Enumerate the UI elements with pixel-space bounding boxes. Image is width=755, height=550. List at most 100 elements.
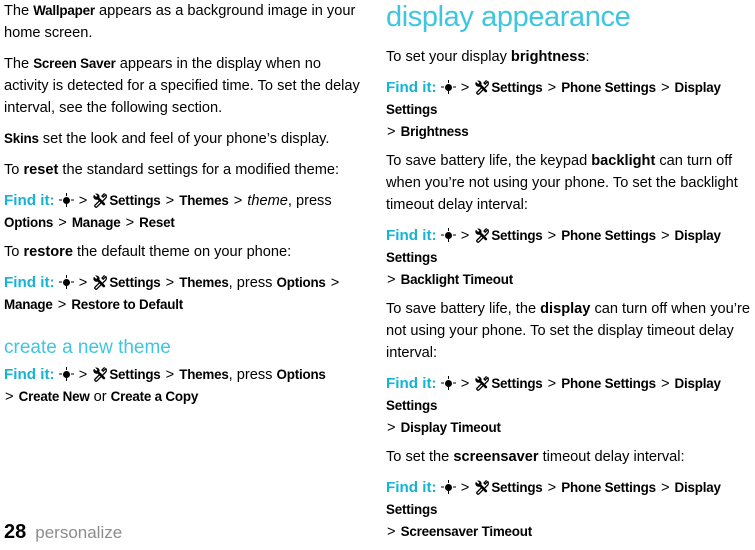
menu-phone-settings: Phone Settings bbox=[561, 80, 656, 95]
menu-themes: Themes bbox=[179, 193, 229, 208]
center-key-icon bbox=[440, 480, 456, 494]
text: The bbox=[4, 3, 34, 19]
menu-options: Options bbox=[276, 367, 326, 382]
keyword-backlight: backlight bbox=[591, 153, 656, 169]
separator: > bbox=[387, 124, 396, 140]
text: The bbox=[4, 56, 34, 72]
separator: > bbox=[165, 367, 175, 383]
center-key-icon bbox=[58, 367, 74, 381]
left-column: The Wallpaper appears as a background im… bbox=[0, 0, 370, 415]
separator: > bbox=[5, 389, 14, 405]
separator: > bbox=[78, 193, 88, 209]
keyword-brightness: brightness bbox=[510, 49, 586, 65]
paragraph-skins: Skins set the look and feel of your phon… bbox=[4, 128, 364, 150]
paragraph-brightness: To set your display brightness: bbox=[386, 46, 752, 68]
separator: > bbox=[660, 480, 670, 496]
right-column: display appearance To set your display b… bbox=[386, 0, 752, 550]
text: To set your display bbox=[386, 49, 511, 65]
settings-tools-icon bbox=[92, 192, 108, 208]
settings-tools-icon bbox=[92, 366, 108, 382]
menu-themes: Themes bbox=[179, 367, 229, 382]
findit-label: Find it: bbox=[4, 366, 55, 383]
separator: > bbox=[460, 228, 470, 244]
separator: > bbox=[58, 215, 67, 231]
settings-tools-icon bbox=[474, 79, 490, 95]
menu-settings: Settings bbox=[109, 275, 161, 290]
menu-phone-settings: Phone Settings bbox=[561, 376, 656, 391]
text: To bbox=[4, 162, 24, 178]
paragraph-reset: To reset the standard settings for a mod… bbox=[4, 159, 364, 181]
menu-settings: Settings bbox=[491, 228, 543, 243]
chapter-label: personalize bbox=[35, 523, 123, 542]
separator: > bbox=[330, 275, 340, 291]
keyword-display: display bbox=[540, 301, 591, 317]
findit-restore-default: Find it: > Settings > Themes, press Opti… bbox=[4, 272, 364, 316]
menu-reset: Reset bbox=[139, 215, 175, 230]
page-number: 28 bbox=[4, 521, 27, 543]
separator: > bbox=[165, 275, 175, 291]
text: timeout delay interval: bbox=[538, 449, 685, 465]
text: To set the bbox=[386, 449, 454, 465]
menu-brightness: Brightness bbox=[400, 124, 469, 139]
separator: > bbox=[460, 80, 470, 96]
findit-backlight-timeout: Find it: > Settings > Phone Settings > D… bbox=[386, 225, 752, 291]
separator: > bbox=[387, 524, 396, 540]
findit-label: Find it: bbox=[4, 192, 55, 209]
center-key-icon bbox=[440, 228, 456, 242]
findit-label: Find it: bbox=[386, 227, 437, 244]
settings-tools-icon bbox=[474, 375, 490, 391]
manual-page: The Wallpaper appears as a background im… bbox=[0, 0, 755, 550]
menu-settings: Settings bbox=[491, 480, 543, 495]
separator: > bbox=[233, 193, 243, 209]
separator: > bbox=[125, 215, 135, 231]
menu-screensaver-timeout: Screensaver Timeout bbox=[400, 524, 533, 539]
settings-tools-icon bbox=[92, 274, 108, 290]
text: To bbox=[4, 244, 24, 260]
term-wallpaper: Wallpaper bbox=[33, 3, 95, 18]
section-title-create-new-theme: create a new theme bbox=[4, 337, 171, 358]
paragraph-display: To save battery life, the display can tu… bbox=[386, 298, 752, 364]
page-title: display appearance bbox=[386, 1, 631, 33]
menu-settings: Settings bbox=[109, 193, 161, 208]
text: set the look and feel of your phone’s di… bbox=[38, 131, 330, 147]
separator: > bbox=[547, 376, 557, 392]
center-key-icon bbox=[440, 80, 456, 94]
separator: > bbox=[660, 80, 670, 96]
center-key-icon bbox=[58, 275, 74, 289]
settings-tools-icon bbox=[474, 227, 490, 243]
menu-options: Options bbox=[276, 275, 326, 290]
paragraph-backlight: To save battery life, the keypad backlig… bbox=[386, 150, 752, 216]
text: the standard settings for a modified the… bbox=[58, 162, 340, 178]
separator: > bbox=[547, 480, 557, 496]
findit-label: Find it: bbox=[386, 79, 437, 96]
findit-label: Find it: bbox=[386, 375, 437, 392]
page-footer: 28 personalize bbox=[4, 521, 122, 544]
menu-settings: Settings bbox=[491, 80, 543, 95]
findit-label: Find it: bbox=[386, 479, 437, 496]
paragraph-screensaver-timeout: To set the screensaver timeout delay int… bbox=[386, 446, 752, 468]
findit-reset-theme: Find it: > Settings > Themes > theme, pr… bbox=[4, 190, 364, 234]
menu-create-a-copy: Create a Copy bbox=[110, 389, 199, 404]
menu-phone-settings: Phone Settings bbox=[561, 228, 656, 243]
separator: > bbox=[460, 376, 470, 392]
center-key-icon bbox=[58, 193, 74, 207]
text: , press bbox=[228, 275, 273, 291]
menu-settings: Settings bbox=[109, 367, 161, 382]
menu-theme-variable: theme bbox=[247, 193, 288, 209]
separator: > bbox=[78, 275, 88, 291]
center-key-icon bbox=[440, 376, 456, 390]
menu-options: Options bbox=[4, 215, 54, 230]
term-screen-saver: Screen Saver bbox=[33, 56, 116, 71]
separator: > bbox=[387, 272, 396, 288]
text: , press bbox=[287, 193, 332, 209]
menu-themes: Themes bbox=[179, 275, 229, 290]
paragraph-screensaver: The Screen Saver appears in the display … bbox=[4, 53, 364, 119]
menu-phone-settings: Phone Settings bbox=[561, 480, 656, 495]
menu-display-timeout: Display Timeout bbox=[400, 420, 501, 435]
paragraph-restore: To restore the default theme on your pho… bbox=[4, 241, 364, 263]
separator: > bbox=[460, 480, 470, 496]
separator: > bbox=[547, 80, 557, 96]
menu-restore-to-default: Restore to Default bbox=[71, 297, 184, 312]
menu-settings: Settings bbox=[491, 376, 543, 391]
menu-manage: Manage bbox=[4, 297, 53, 312]
